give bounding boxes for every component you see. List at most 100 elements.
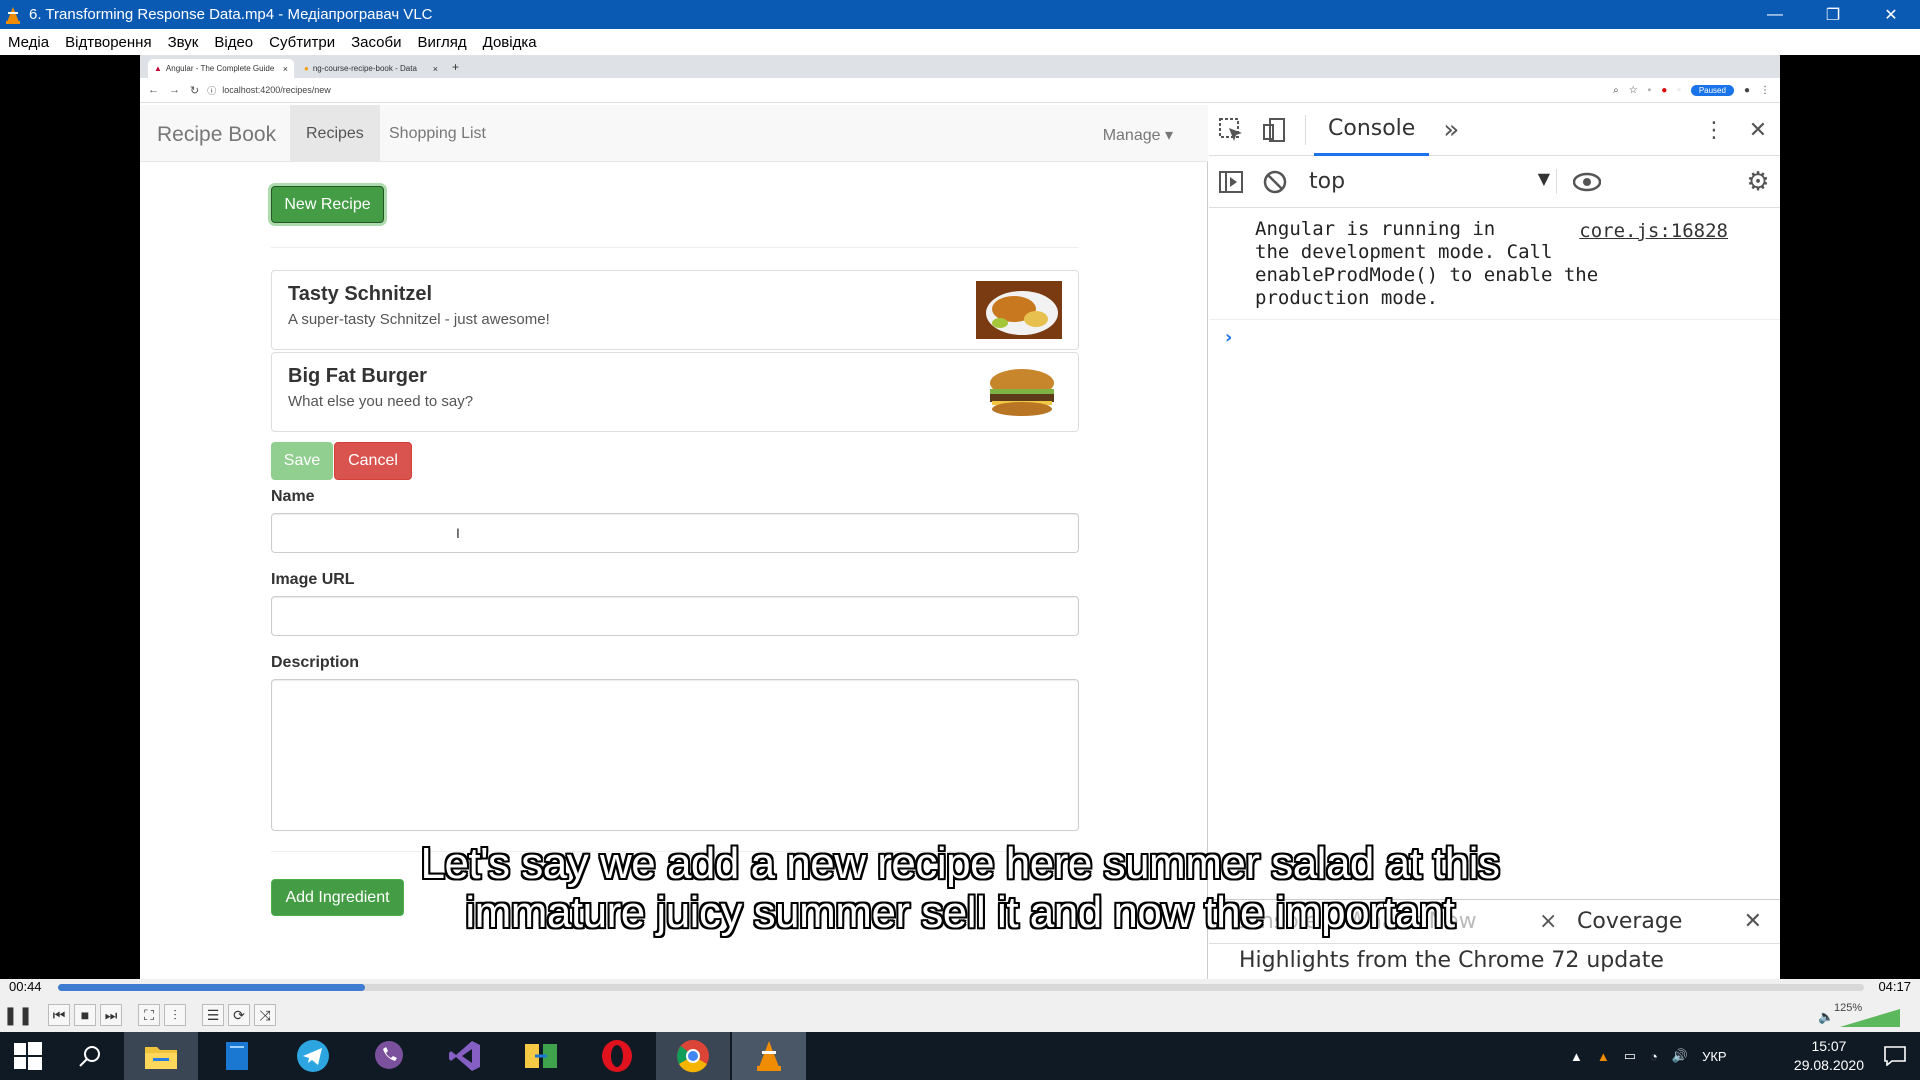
- avatar[interactable]: ●: [1744, 85, 1750, 96]
- browser-menu-icon[interactable]: ⋮: [1760, 85, 1770, 96]
- browser-address-bar: ← → ↻ ⓘ localhost:4200/recipes/new ⌕ ☆ ▪…: [140, 78, 1780, 103]
- telegram-icon[interactable]: [276, 1032, 350, 1080]
- recipe-description: What else you need to say?: [288, 393, 474, 410]
- source-link[interactable]: core.js:16828: [1579, 220, 1728, 242]
- stop-icon[interactable]: ■: [74, 1004, 96, 1026]
- playlist-icon[interactable]: ☰: [202, 1004, 224, 1026]
- vlc-tray-icon[interactable]: ▲: [1597, 1049, 1610, 1064]
- reload-icon[interactable]: ↻: [190, 84, 199, 97]
- description-textarea[interactable]: [271, 679, 1079, 831]
- nav-recipes[interactable]: Recipes: [290, 105, 380, 162]
- manage-dropdown[interactable]: Manage ▾: [1103, 125, 1173, 145]
- back-icon[interactable]: ←: [148, 84, 159, 97]
- recipe-item[interactable]: Big Fat Burger What else you need to say…: [271, 352, 1079, 432]
- extension-icon[interactable]: ▪: [1648, 85, 1652, 96]
- new-tab-button[interactable]: +: [452, 60, 459, 74]
- close-devtools-icon[interactable]: ✕: [1736, 105, 1780, 156]
- extended-settings-icon[interactable]: ⫶: [164, 1004, 186, 1026]
- file-explorer-icon[interactable]: [124, 1032, 198, 1080]
- fullscreen-icon[interactable]: ⛶: [138, 1004, 160, 1026]
- loop-icon[interactable]: ⟳: [228, 1004, 250, 1026]
- search-icon[interactable]: [56, 1032, 124, 1080]
- menu-view[interactable]: Вигляд: [409, 34, 474, 51]
- nav-shopping-list[interactable]: Shopping List: [373, 105, 502, 162]
- inspect-element-icon[interactable]: [1209, 105, 1253, 156]
- context-value: top: [1309, 169, 1346, 194]
- menu-subtitles[interactable]: Субтитри: [261, 34, 343, 51]
- gear-icon[interactable]: ⚙: [1736, 156, 1780, 207]
- extension2-icon[interactable]: ▫: [1677, 85, 1681, 96]
- vlc-taskbar-icon[interactable]: [732, 1032, 806, 1080]
- name-input[interactable]: [271, 513, 1079, 553]
- restore-button[interactable]: ❐: [1804, 0, 1862, 29]
- save-button[interactable]: Save: [271, 442, 333, 480]
- pause-icon[interactable]: ❚❚: [3, 1004, 33, 1026]
- browser-tab-angular[interactable]: ▲ Angular - The Complete Guide ×: [148, 59, 294, 78]
- device-toolbar-icon[interactable]: [1253, 105, 1297, 156]
- previous-icon[interactable]: ⏮: [48, 1004, 70, 1026]
- video-area[interactable]: ▲ Angular - The Complete Guide × ● ng-co…: [0, 55, 1920, 979]
- menu-video[interactable]: Відео: [206, 34, 261, 51]
- windows-start-icon[interactable]: [0, 1032, 56, 1080]
- shuffle-icon[interactable]: ⤨: [254, 1004, 276, 1026]
- tab-close-icon[interactable]: ×: [433, 64, 438, 74]
- opera-icon[interactable]: [580, 1032, 654, 1080]
- brand-link[interactable]: Recipe Book: [157, 123, 276, 147]
- cancel-button[interactable]: Cancel: [334, 442, 412, 480]
- bookmark-star-icon[interactable]: ☆: [1629, 85, 1638, 96]
- desktop: 6. Transforming Response Data.mp4 - Меді…: [0, 0, 1920, 1080]
- vlc-title-bar: 6. Transforming Response Data.mp4 - Меді…: [0, 0, 1920, 29]
- menu-help[interactable]: Довідка: [475, 34, 545, 51]
- notepad-icon[interactable]: [200, 1032, 274, 1080]
- console-toolbar: top ▼ ⚙: [1209, 156, 1780, 208]
- language-indicator[interactable]: УКР: [1702, 1049, 1727, 1064]
- show-sidebar-icon[interactable]: [1209, 156, 1253, 207]
- tab-console[interactable]: Console: [1314, 105, 1430, 156]
- image-url-input[interactable]: [271, 596, 1079, 636]
- chrome-icon[interactable]: [656, 1032, 730, 1080]
- speaker-icon: 🔈: [1818, 1009, 1835, 1024]
- volume-icon[interactable]: 🔊: [1672, 1048, 1688, 1064]
- volume-slider[interactable]: 🔈 125%: [1818, 1002, 1900, 1027]
- image-url-label: Image URL: [271, 571, 355, 588]
- new-recipe-button[interactable]: New Recipe: [271, 186, 384, 223]
- wifi-icon[interactable]: ◔: [1650, 1049, 1658, 1064]
- context-selector[interactable]: top ▼: [1297, 169, 1557, 194]
- recipe-item[interactable]: Tasty Schnitzel A super-tasty Schnitzel …: [271, 270, 1079, 350]
- menu-playback[interactable]: Відтворення: [57, 34, 159, 51]
- windows-taskbar: ▲ ▲ ▭ ◔ 🔊 УКР 15:07 29.08.2020: [0, 1032, 1920, 1080]
- viber-icon[interactable]: [352, 1032, 426, 1080]
- clock[interactable]: 15:07 29.08.2020: [1794, 1037, 1864, 1075]
- battery-icon[interactable]: ▭: [1624, 1048, 1636, 1064]
- minimize-button[interactable]: —: [1746, 0, 1804, 29]
- description-label: Description: [271, 654, 360, 671]
- console-prompt-icon[interactable]: ›: [1225, 327, 1232, 348]
- url-field[interactable]: localhost:4200/recipes/new: [222, 85, 331, 95]
- menu-media[interactable]: Медіа: [0, 34, 57, 51]
- seek-slider[interactable]: [58, 984, 1864, 991]
- vlc-controls: 00:44 04:17 ❚❚ ⏮ ■ ⏭ ⛶ ⫶ ☰ ⟳ ⤨ 🔈 125%: [0, 979, 1920, 1032]
- browser-tab-firebase[interactable]: ● ng-course-recipe-book - Data ×: [298, 59, 444, 78]
- opera-extension-icon[interactable]: ●: [1661, 85, 1667, 96]
- clear-console-icon[interactable]: [1253, 156, 1297, 207]
- kebab-menu-icon[interactable]: ⋮: [1692, 105, 1736, 156]
- whats-new-highlight: Highlights from the Chrome 72 update: [1239, 948, 1664, 973]
- more-tabs-icon[interactable]: »: [1429, 105, 1473, 156]
- browser-tab-strip: ▲ Angular - The Complete Guide × ● ng-co…: [140, 55, 1780, 78]
- live-expression-eye-icon[interactable]: [1557, 156, 1617, 207]
- tab-close-icon[interactable]: ×: [283, 64, 288, 74]
- notifications-icon[interactable]: [1884, 1032, 1906, 1080]
- close-button[interactable]: ✕: [1862, 0, 1920, 29]
- zoom-icon[interactable]: ⌕: [1613, 85, 1619, 96]
- profile-paused-badge[interactable]: Paused: [1690, 84, 1734, 96]
- name-label: Name: [271, 488, 315, 505]
- menu-tools[interactable]: Засоби: [343, 34, 409, 51]
- menu-audio[interactable]: Звук: [160, 34, 207, 51]
- chevron-up-icon[interactable]: ▲: [1570, 1049, 1583, 1064]
- visual-studio-icon[interactable]: [428, 1032, 502, 1080]
- forward-icon[interactable]: →: [169, 84, 180, 97]
- console-message: Angular is running in the development mo…: [1209, 208, 1780, 320]
- next-icon[interactable]: ⏭: [100, 1004, 122, 1026]
- diff-tool-icon[interactable]: [504, 1032, 578, 1080]
- console-line: the development mode. Call: [1255, 241, 1553, 263]
